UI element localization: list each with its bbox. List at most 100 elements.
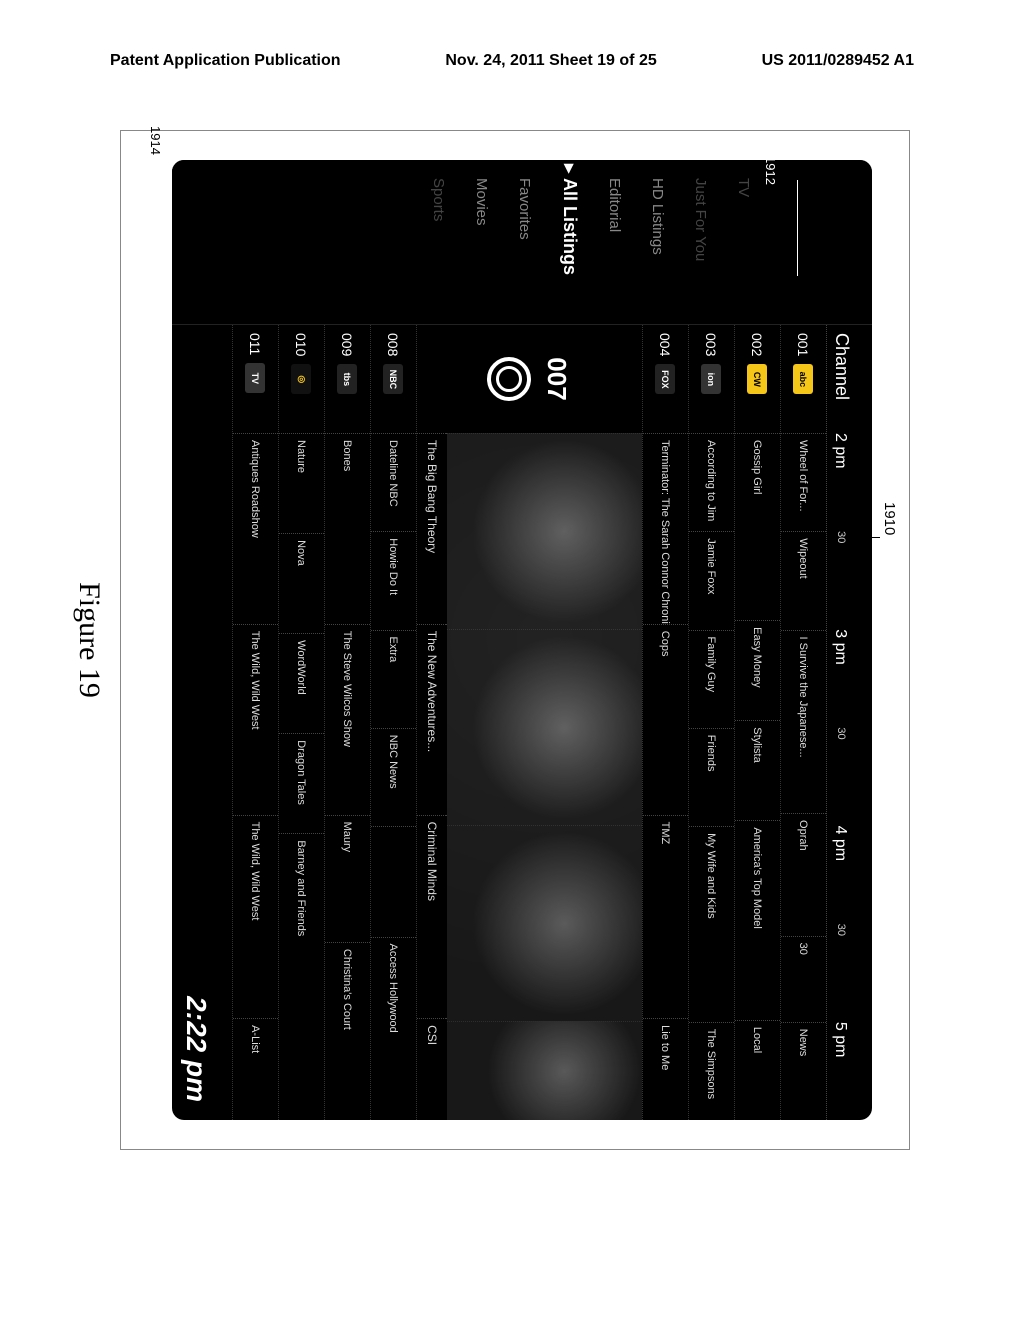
program-cell[interactable]: Nature xyxy=(279,433,324,533)
channel-cell: 009tbs xyxy=(325,325,370,433)
program-cell[interactable]: Stylista xyxy=(735,720,780,820)
program-cell[interactable]: Dateline NBC xyxy=(371,433,416,531)
category-sidebar: 1912 TV Just For You HD Listings Editori… xyxy=(172,160,872,325)
program-cell[interactable]: Jamie Foxx xyxy=(689,531,734,629)
sidebar-item-editorial[interactable]: Editorial xyxy=(606,178,623,232)
current-time: 2:22 pm xyxy=(180,996,212,1102)
pub-number: US 2011/0289452 A1 xyxy=(762,52,914,70)
program-cell[interactable]: A-List xyxy=(233,1018,278,1120)
program-cell[interactable]: Extra xyxy=(371,630,416,728)
program-cell[interactable]: Dragon Tales xyxy=(279,733,324,833)
featured-program-title[interactable]: The New Adventures... xyxy=(417,624,447,815)
channel-row[interactable]: 002CWGossip GirlEasy MoneyStylistaAmeric… xyxy=(734,325,780,1120)
program-cell[interactable]: Easy Money xyxy=(735,620,780,720)
program-cell[interactable]: The Wild, Wild West xyxy=(233,624,278,815)
lead-reference-1910: 1910 xyxy=(881,502,898,535)
program-cell[interactable]: Family Guy xyxy=(689,630,734,728)
channel-row[interactable]: 009tbsBonesThe Steve Wilcos ShowMauryChr… xyxy=(324,325,370,1120)
time-label: 5 pm xyxy=(832,1022,849,1058)
featured-program-title[interactable]: CSI xyxy=(417,1018,447,1120)
sidebar-item-tv[interactable]: TV xyxy=(735,178,752,197)
program-cell[interactable]: NBC News xyxy=(371,728,416,826)
sheet-label: Nov. 24, 2011 Sheet 19 of 25 xyxy=(445,52,656,70)
program-cell[interactable]: Oprah xyxy=(781,813,826,936)
program-cells: Wheel of For...WipeoutI Survive the Japa… xyxy=(781,433,826,1120)
program-cell[interactable]: Maury xyxy=(325,815,370,942)
channel-row[interactable]: 003ionAccording to JimJamie FoxxFamily G… xyxy=(688,325,734,1120)
program-cell[interactable]: Local xyxy=(735,1020,780,1120)
channel-number: 011 xyxy=(248,333,264,355)
channel-row[interactable]: 010◎NatureNovaWordWorldDragon TalesBarne… xyxy=(278,325,324,1120)
time-label: 4 pm xyxy=(832,826,849,862)
channel-row[interactable]: 004FOXTerminator: The Sarah Connor Chron… xyxy=(642,325,688,1120)
program-cell[interactable]: Barney and Friends xyxy=(279,833,324,1120)
channel-logo-icon: NBC xyxy=(384,364,404,394)
sidebar-item-movies[interactable]: Movies xyxy=(473,178,490,226)
channel-number: 004 xyxy=(658,333,674,356)
program-cell[interactable]: TMZ xyxy=(643,815,688,1019)
featured-program-title[interactable]: Criminal Minds xyxy=(417,815,447,1019)
channel-cell: 011TV xyxy=(233,325,278,433)
channel-row[interactable]: 001abcWheel of For...WipeoutI Survive th… xyxy=(780,325,826,1120)
program-cell[interactable]: Christina's Court xyxy=(325,942,370,1120)
page-header: Patent Application Publication Nov. 24, … xyxy=(110,52,914,70)
channel-logo-icon: CW xyxy=(748,364,768,394)
program-cell[interactable]: Access Hollywood xyxy=(371,937,416,1121)
sidebar-item-favorites[interactable]: Favorites xyxy=(516,178,533,240)
program-cell[interactable]: America's Top Model xyxy=(735,820,780,1020)
channel-cell: 003ion xyxy=(689,325,734,433)
program-cell[interactable]: WordWorld xyxy=(279,633,324,733)
sidebar-item-all-listings[interactable]: All Listings xyxy=(559,178,580,275)
program-cell[interactable]: Cops xyxy=(643,624,688,815)
program-cell[interactable]: News xyxy=(781,1022,826,1120)
program-cells: NatureNovaWordWorldDragon TalesBarney an… xyxy=(279,433,324,1120)
sidebar-item-justforyou[interactable]: Just For You xyxy=(692,178,709,261)
channel-row[interactable]: 011TVAntiques RoadshowThe Wild, Wild Wes… xyxy=(232,325,278,1120)
program-cell[interactable]: Wipeout xyxy=(781,531,826,629)
program-cell[interactable]: 30 xyxy=(781,936,826,1022)
figure-frame: 1910 1912 TV Just For You HD Listings Ed… xyxy=(120,130,910,1150)
program-cell[interactable]: Antiques Roadshow xyxy=(233,433,278,624)
program-cell[interactable]: The Steve Wilcos Show xyxy=(325,624,370,815)
ref-1914: 1914 xyxy=(148,126,163,155)
featured-channel-number: 007 xyxy=(541,357,572,400)
channel-logo-icon: ion xyxy=(702,364,722,394)
program-cell[interactable] xyxy=(371,826,416,936)
channel-cell: 002CW xyxy=(735,325,780,433)
featured-channel-row[interactable]: 007 The Big Bang TheoryThe New Adventure… xyxy=(416,325,642,1120)
program-cell[interactable]: I Survive the Japanese... xyxy=(781,630,826,814)
time-half: 30 xyxy=(835,924,847,936)
program-cells: Dateline NBCHowie Do ItExtraNBC News Acce… xyxy=(371,433,416,1120)
featured-artwork xyxy=(447,433,642,1120)
time-5pm: 5 pm xyxy=(831,1022,849,1120)
featured-program-title[interactable]: The Big Bang Theory xyxy=(417,433,447,624)
program-cell[interactable]: Howie Do It xyxy=(371,531,416,629)
program-cell[interactable]: According to Jim xyxy=(689,433,734,531)
program-cell[interactable]: Lie to Me xyxy=(643,1018,688,1120)
channel-number: 001 xyxy=(796,333,812,356)
program-cell[interactable]: Bones xyxy=(325,433,370,624)
channel-number: 008 xyxy=(386,333,402,356)
figure-caption: Figure 19 xyxy=(72,130,106,1150)
program-cell[interactable]: The Simpsons xyxy=(689,1022,734,1120)
channel-number: 009 xyxy=(340,333,356,356)
time-half: 30 xyxy=(835,727,847,739)
time-half: 30 xyxy=(835,531,847,543)
channel-number: 010 xyxy=(294,333,310,356)
program-cell[interactable]: The Wild, Wild West xyxy=(233,815,278,1019)
sidebar-item-hd[interactable]: HD Listings xyxy=(649,178,666,255)
listings-grid: Channel 2 pm 30 3 pm 30 4 pm 30 5 pm xyxy=(172,325,872,1120)
program-cell[interactable]: Friends xyxy=(689,728,734,826)
sidebar-item-sports[interactable]: Sports xyxy=(430,178,447,221)
program-cell[interactable]: Gossip Girl xyxy=(735,433,780,620)
artwork-panel xyxy=(447,629,642,825)
channel-cell: 004FOX xyxy=(643,325,688,433)
program-cell[interactable]: My Wife and Kids xyxy=(689,826,734,1022)
channel-row[interactable]: 008 NBC Dateline NBCHowie Do ItExtraNBC Ne… xyxy=(370,325,416,1120)
program-cell[interactable]: Terminator: The Sarah Connor Chronic... xyxy=(643,433,688,624)
program-cells: Antiques RoadshowThe Wild, Wild WestThe … xyxy=(233,433,278,1120)
program-cell[interactable]: Nova xyxy=(279,533,324,633)
tv-guide-screen: 1912 TV Just For You HD Listings Editori… xyxy=(172,160,872,1120)
program-cell[interactable]: Wheel of For... xyxy=(781,433,826,531)
featured-channel-cell: 007 xyxy=(417,325,642,433)
